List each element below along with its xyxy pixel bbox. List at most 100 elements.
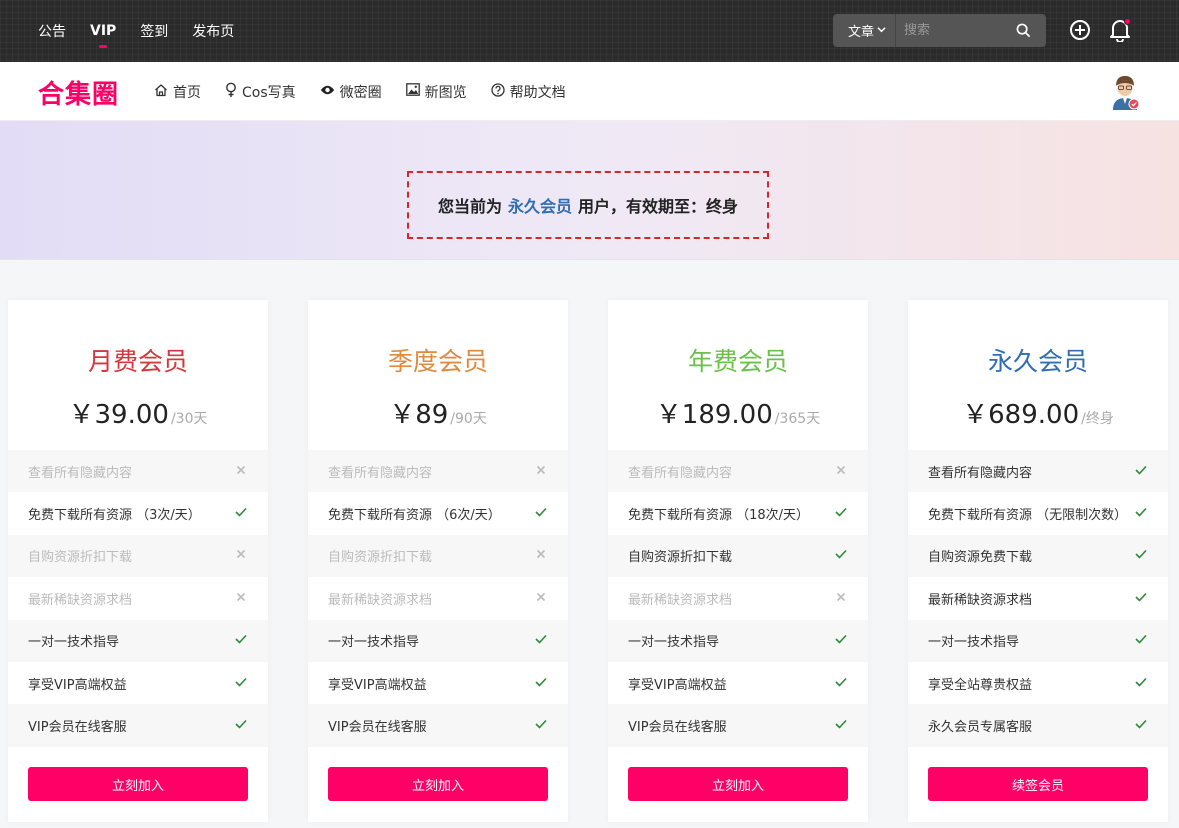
nav-link-label: Cos写真 bbox=[242, 84, 296, 101]
feature-row: 享受VIP高端权益 bbox=[8, 662, 268, 704]
feature-row: 最新稀缺资源求档 bbox=[908, 577, 1168, 619]
nav-link-gallery[interactable]: 新图览 bbox=[405, 82, 467, 102]
plan-price-amount: ￥39.00 bbox=[68, 400, 169, 430]
feature-row: 享受VIP高端权益 bbox=[308, 662, 568, 704]
feature-row: 查看所有隐藏内容 bbox=[608, 450, 868, 493]
plan-name: 年费会员 bbox=[687, 347, 788, 376]
check-icon bbox=[1134, 633, 1148, 648]
top-nav-vip[interactable]: VIP bbox=[90, 23, 116, 48]
join-button[interactable]: 立刻加入 bbox=[28, 767, 248, 801]
feature-label: 最新稀缺资源求档 bbox=[628, 592, 733, 608]
check-icon bbox=[1134, 718, 1148, 733]
avatar[interactable] bbox=[1110, 74, 1140, 110]
feature-row: 免费下载所有资源 （18次/天） bbox=[608, 492, 868, 534]
feature-label: 一对一技术指导 bbox=[928, 635, 1020, 651]
plan-price-amount: ￥689.00 bbox=[962, 400, 1080, 430]
feature-label: 享受全站尊贵权益 bbox=[928, 677, 1033, 693]
feature-row: 享受全站尊贵权益 bbox=[908, 662, 1168, 704]
check-icon bbox=[534, 633, 548, 648]
feature-label: 最新稀缺资源求档 bbox=[28, 592, 133, 608]
plan-card-monthly: 月费会员 ￥39.00/30天 查看所有隐藏内容 免费下载所有资源 （3次/天） 自购资… bbox=[8, 300, 268, 822]
plan-price-period: /30天 bbox=[170, 411, 208, 427]
main-nav: 合集圈 首页 Cos写真 微密圈 新图览 帮助文档 bbox=[0, 62, 1179, 121]
cross-icon bbox=[234, 548, 248, 563]
cross-icon bbox=[534, 591, 548, 606]
nav-link-label: 帮助文档 bbox=[509, 84, 566, 101]
feature-label: 查看所有隐藏内容 bbox=[928, 465, 1033, 481]
feature-label: 最新稀缺资源求档 bbox=[928, 592, 1033, 608]
check-icon bbox=[234, 633, 248, 648]
plan-name: 永久会员 bbox=[987, 347, 1088, 376]
female-icon bbox=[225, 82, 242, 102]
feature-label: 免费下载所有资源 （无限制次数） bbox=[928, 508, 1128, 524]
feature-row: 一对一技术指导 bbox=[908, 619, 1168, 662]
search-icon[interactable] bbox=[1008, 23, 1038, 38]
plan-price: ￥189.00/365天 bbox=[608, 394, 868, 431]
plan-price-period: /365天 bbox=[774, 411, 821, 427]
membership-status: 您当前为 永久会员 用户，有效期至：终身 bbox=[407, 171, 769, 239]
nav-link-cos[interactable]: Cos写真 bbox=[225, 82, 296, 102]
feature-row: 永久会员专属客服 bbox=[908, 704, 1168, 747]
feature-label: 享受VIP高端权益 bbox=[328, 677, 427, 693]
search-box: 文章 bbox=[833, 14, 1046, 47]
feature-row: 自购资源免费下载 bbox=[908, 534, 1168, 578]
feature-label: 永久会员专属客服 bbox=[928, 720, 1033, 736]
search-type-label: 文章 bbox=[848, 25, 875, 40]
search-type-select[interactable]: 文章 bbox=[833, 21, 895, 40]
nav-link-label: 首页 bbox=[173, 84, 201, 101]
nav-link-help[interactable]: 帮助文档 bbox=[490, 82, 566, 102]
status-banner: 您当前为 永久会员 用户，有效期至：终身 bbox=[0, 121, 1179, 260]
cross-icon bbox=[234, 464, 248, 479]
top-nav: 公告 VIP 签到 发布页 bbox=[38, 0, 258, 62]
plan-price: ￥689.00/终身 bbox=[908, 394, 1168, 431]
feature-label: VIP会员在线客服 bbox=[28, 720, 127, 736]
help-circle-icon bbox=[490, 82, 510, 101]
pricing-cards: 月费会员 ￥39.00/30天 查看所有隐藏内容 免费下载所有资源 （3次/天） 自购资… bbox=[8, 300, 1168, 822]
join-button[interactable]: 立刻加入 bbox=[328, 767, 548, 801]
nav-link-weimi[interactable]: 微密圈 bbox=[320, 82, 382, 102]
cross-icon bbox=[534, 464, 548, 479]
check-icon bbox=[1134, 676, 1148, 691]
feature-label: 自购资源折扣下载 bbox=[628, 550, 733, 566]
top-nav-announcement[interactable]: 公告 bbox=[38, 21, 66, 41]
cross-icon bbox=[834, 464, 848, 479]
feature-row: 免费下载所有资源 （无限制次数） bbox=[908, 492, 1168, 534]
top-nav-publish[interactable]: 发布页 bbox=[192, 21, 234, 41]
feature-row: 查看所有隐藏内容 bbox=[908, 450, 1168, 493]
cross-icon bbox=[834, 591, 848, 606]
feature-list: 查看所有隐藏内容 免费下载所有资源 （18次/天） 自购资源折扣下载 最新稀缺资源求档… bbox=[608, 450, 868, 747]
feature-row: 享受VIP高端权益 bbox=[608, 662, 868, 704]
search-input[interactable] bbox=[896, 23, 1008, 38]
feature-row: 自购资源折扣下载 bbox=[8, 534, 268, 578]
nav-link-home[interactable]: 首页 bbox=[154, 82, 201, 102]
feature-row: 最新稀缺资源求档 bbox=[608, 577, 868, 619]
chevron-down-icon bbox=[877, 25, 886, 37]
site-logo[interactable]: 合集圈 bbox=[38, 74, 119, 111]
feature-row: 免费下载所有资源 （6次/天） bbox=[308, 492, 568, 534]
feature-label: 最新稀缺资源求档 bbox=[328, 592, 433, 608]
home-icon bbox=[154, 83, 173, 101]
feature-label: 查看所有隐藏内容 bbox=[328, 465, 433, 481]
join-button[interactable]: 续签会员 bbox=[928, 767, 1148, 801]
feature-label: 自购资源折扣下载 bbox=[328, 550, 433, 566]
cross-icon bbox=[534, 548, 548, 563]
cross-icon bbox=[234, 591, 248, 606]
feature-label: 免费下载所有资源 （3次/天） bbox=[28, 508, 201, 524]
feature-row: 自购资源折扣下载 bbox=[308, 534, 568, 578]
join-button[interactable]: 立刻加入 bbox=[628, 767, 848, 801]
plan-card-yearly: 年费会员 ￥189.00/365天查看所有隐藏内容 免费下载所有资源 （18次/天）… bbox=[608, 300, 868, 822]
check-icon bbox=[1134, 548, 1148, 563]
feature-label: 一对一技术指导 bbox=[628, 635, 720, 651]
check-icon bbox=[1134, 464, 1148, 479]
check-icon bbox=[1134, 591, 1148, 606]
check-icon bbox=[834, 718, 848, 733]
feature-label: VIP会员在线客服 bbox=[328, 720, 427, 736]
feature-label: 自购资源免费下载 bbox=[928, 550, 1033, 566]
plus-circle-icon[interactable] bbox=[1069, 19, 1091, 45]
plan-price-amount: ￥89 bbox=[389, 400, 449, 430]
feature-label: 享受VIP高端权益 bbox=[628, 677, 727, 693]
plan-name: 季度会员 bbox=[387, 347, 488, 376]
feature-label: 享受VIP高端权益 bbox=[28, 677, 127, 693]
top-nav-checkin[interactable]: 签到 bbox=[140, 21, 168, 41]
check-icon bbox=[834, 506, 848, 521]
